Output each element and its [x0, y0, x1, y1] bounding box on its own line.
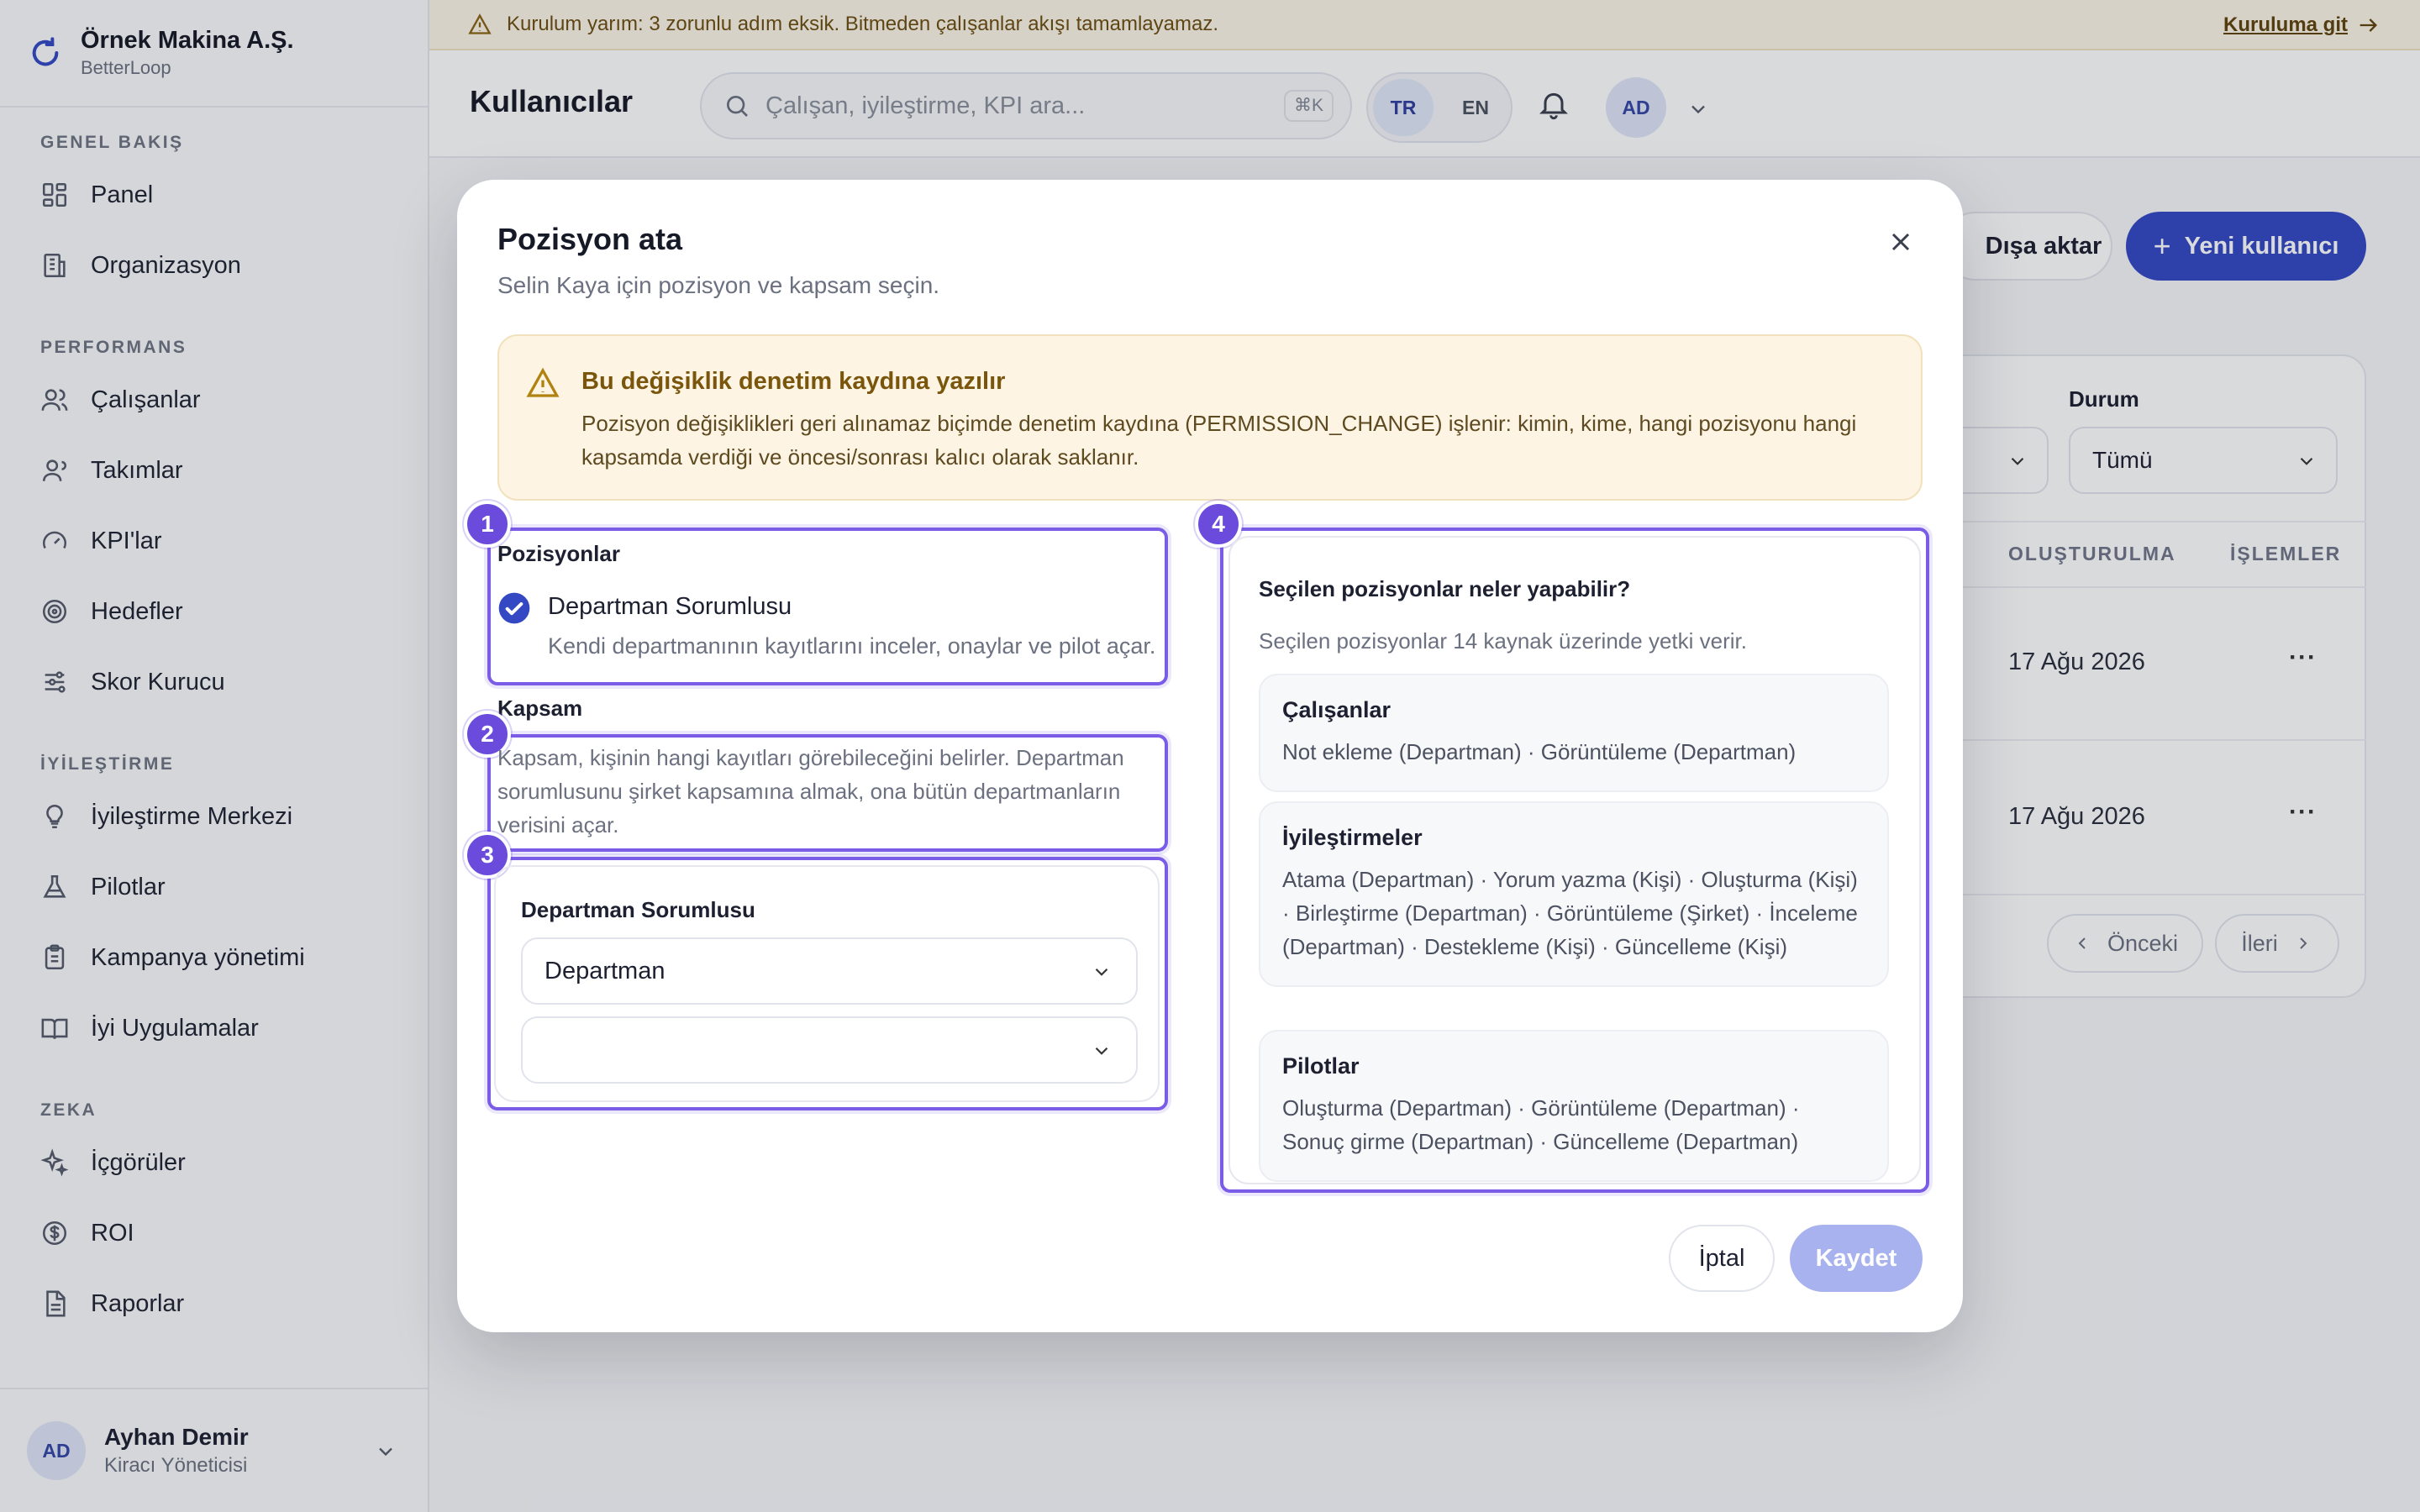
cancel-button[interactable]: İptal — [1669, 1225, 1775, 1292]
permission-group-title: İyileştirmeler — [1282, 825, 1423, 850]
permission-group: Çalışanlar Not ekleme (Departman) · Görü… — [1259, 674, 1889, 792]
permission-group: Pilotlar Oluşturma (Departman) · Görüntü… — [1259, 1030, 1889, 1182]
role-card-title: Departman Sorumlusu — [521, 897, 755, 922]
permission-group-title: Pilotlar — [1282, 1053, 1360, 1079]
assign-position-dialog: Pozisyon ata Selin Kaya için pozisyon ve… — [457, 180, 1963, 1332]
permission-group-body: Not ekleme (Departman) · Görüntüleme (De… — [1282, 739, 1797, 764]
dialog-subtitle: Selin Kaya için pozisyon ve kapsam seçin… — [497, 272, 940, 298]
permissions-panel[interactable]: Seçilen pozisyonlar neler yapabilir? Seç… — [1228, 536, 1921, 1184]
close-icon[interactable] — [1886, 227, 1916, 257]
role-scope-card: Departman Sorumlusu Departman — [494, 865, 1160, 1102]
permissions-heading: Seçilen pozisyonlar neler yapabilir? — [1259, 576, 1631, 601]
chevron-down-icon — [1095, 1047, 1108, 1055]
dialog-title: Pozisyon ata — [497, 222, 683, 256]
warning-title: Bu değişiklik denetim kaydına yazılır — [581, 368, 1006, 395]
permission-group: İyileştirmeler Atama (Departman) · Yorum… — [1259, 801, 1889, 987]
warning-icon — [526, 367, 560, 397]
permission-group-title: Çalışanlar — [1282, 697, 1392, 722]
scope-target-select[interactable] — [521, 1016, 1138, 1084]
scope-description: Kapsam, kişinin hangi kayıtları görebile… — [497, 745, 1124, 837]
permissions-summary: Seçilen pozisyonlar 14 kaynak üzerinde y… — [1259, 628, 1747, 654]
chevron-down-icon — [1095, 968, 1108, 976]
scope-level-value: Departman — [544, 957, 666, 984]
scope-level-select[interactable]: Departman — [521, 937, 1138, 1005]
positions-label: Pozisyonlar — [497, 541, 620, 566]
check-circle-icon[interactable] — [497, 591, 531, 625]
scope-label: Kapsam — [497, 696, 583, 721]
position-option-name[interactable]: Departman Sorumlusu — [548, 593, 792, 621]
save-button[interactable]: Kaydet — [1790, 1225, 1923, 1292]
position-option-desc: Kendi departmanının kayıtlarını inceler,… — [548, 633, 1156, 659]
permission-group-body: Oluşturma (Departman) · Görüntüleme (Dep… — [1282, 1095, 1800, 1154]
audit-warning: Bu değişiklik denetim kaydına yazılır Po… — [497, 334, 1923, 501]
warning-body: Pozisyon değişiklikleri geri alınamaz bi… — [581, 411, 1857, 470]
permission-group-body: Atama (Departman) · Yorum yazma (Kişi) ·… — [1282, 867, 1858, 959]
